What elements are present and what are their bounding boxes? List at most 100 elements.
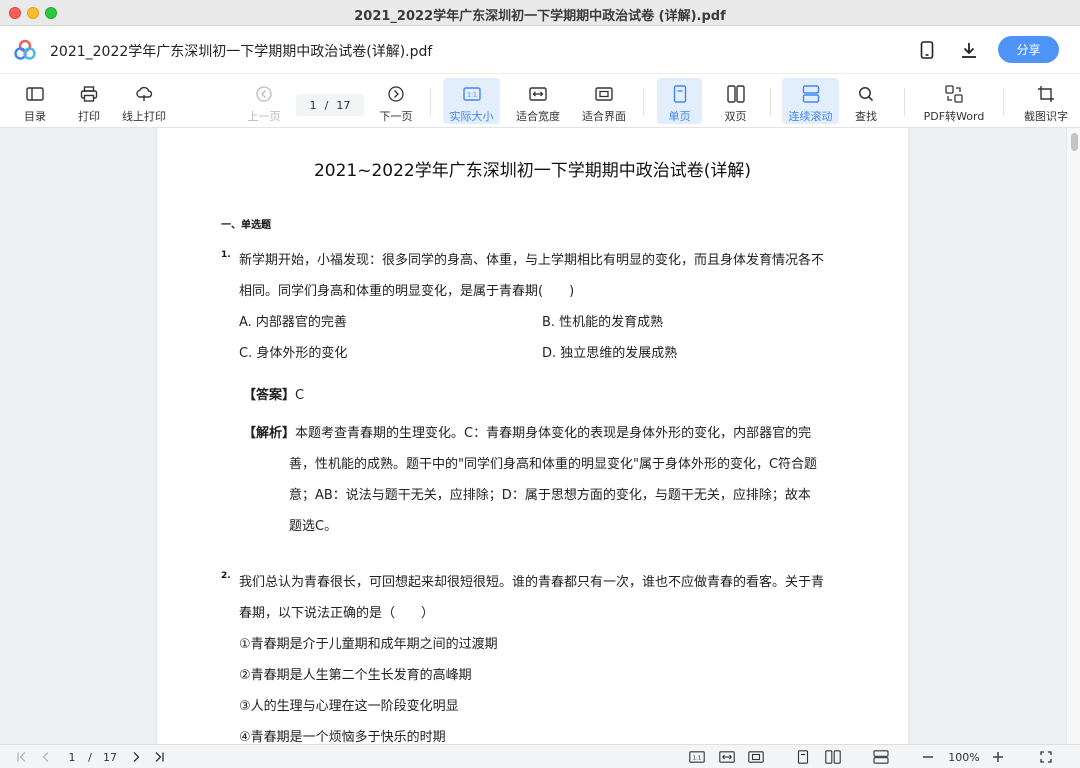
option-c: C. 身体外形的变化 [239, 346, 348, 361]
online-print-label: 线上打印 [122, 110, 166, 123]
toc-label: 目录 [24, 110, 46, 123]
status-bar: 1 / 17 1:1 100% [0, 744, 1080, 768]
chevron-right-icon[interactable] [128, 749, 144, 765]
actual-size-label: 实际大小 [449, 110, 494, 123]
toolbar-divider [770, 88, 771, 116]
option-a: A. 内部器官的完善 [239, 315, 347, 330]
question-number: 1. [221, 250, 231, 260]
online-print-button[interactable]: 线上打印 [118, 78, 170, 124]
fit-width-label: 适合宽度 [516, 110, 560, 123]
fullscreen-icon[interactable] [1038, 749, 1054, 765]
double-page-icon[interactable] [824, 749, 842, 765]
question-text: 春期，以下说法正确的是（ ） [239, 606, 435, 621]
prev-page-button[interactable]: 上一页 [244, 78, 284, 124]
title-bar: 2021_2022学年广东深圳初一下学期期中政治试卷 (详解).pdf [0, 0, 1080, 26]
pdf-to-word-button[interactable]: PDF转Word [918, 78, 990, 124]
chevron-left-icon[interactable] [38, 749, 54, 765]
sidebar-icon [25, 84, 45, 104]
status-total-pages: 17 [103, 750, 117, 764]
zoom-in-icon[interactable] [990, 749, 1006, 765]
find-label: 查找 [855, 110, 877, 123]
toc-button[interactable]: 目录 [16, 78, 54, 124]
option-d: D. 独立思维的发展成熟 [542, 346, 678, 361]
answer-line: 【答案】C [243, 384, 304, 403]
toolbar-divider [430, 88, 431, 116]
question-text: 我们总认为青春很长，可回想起来却很短很短。谁的青春都只有一次，谁也不应做青春的看… [239, 575, 825, 590]
ocr-label: 截图识字 [1024, 110, 1068, 123]
first-page-icon[interactable] [14, 749, 30, 765]
fit-width-button[interactable]: 适合宽度 [512, 78, 564, 124]
vertical-scrollbar[interactable] [1066, 128, 1080, 744]
continuous-scroll-button[interactable]: 连续滚动 [782, 78, 839, 124]
statement-1: ①青春期是介于儿童期和成年期之间的过渡期 [239, 637, 498, 652]
analysis-line: 【解析】本题考查青春期的生理变化。C：青春期身体变化的表现是身体外形的变化，内部… [243, 422, 811, 441]
statement-3: ③人的生理与心理在这一阶段变化明显 [239, 699, 459, 714]
double-page-button[interactable]: 双页 [713, 78, 758, 124]
current-page: 1 [309, 98, 317, 112]
app-header: 2021_2022学年广东深圳初一下学期期中政治试卷(详解).pdf 分享 [0, 26, 1080, 74]
print-button[interactable]: 打印 [70, 78, 108, 124]
svg-text:1:1: 1:1 [467, 92, 477, 99]
printer-icon [79, 84, 99, 104]
pdf-to-word-label: PDF转Word [923, 110, 985, 123]
total-pages: 17 [336, 98, 351, 112]
next-page-button[interactable]: 下一页 [376, 78, 416, 124]
document-viewport[interactable]: 2021~2022学年广东深圳初一下学期期中政治试卷(详解) 一、单选题 1. … [0, 128, 1080, 744]
last-page-icon[interactable] [151, 749, 167, 765]
pdf-page: 2021~2022学年广东深圳初一下学期期中政治试卷(详解) 一、单选题 1. … [157, 128, 908, 744]
fit-width-icon[interactable] [718, 749, 736, 765]
continuous-scroll-icon[interactable] [872, 749, 890, 765]
chevron-left-circle-icon [254, 84, 274, 104]
fit-width-icon [528, 84, 548, 104]
single-page-label: 单页 [668, 110, 691, 123]
fit-page-button[interactable]: 适合界面 [578, 78, 630, 124]
analysis-text: 意；AB：说法与题干无关，应排除；D：属于思想方面的变化，与题干无关，应排除；故… [289, 488, 811, 503]
convert-icon [944, 84, 964, 104]
question-text: 相同。同学们身高和体重的明显变化，是属于青春期( ) [239, 284, 575, 299]
continuous-scroll-icon [801, 84, 821, 104]
toolbar: 目录 打印 线上打印 上一页 1 / 17 下一页 1:1 实际大小 适合宽度 … [0, 74, 1080, 128]
analysis-label: 【解析】 [243, 426, 296, 441]
continuous-scroll-label: 连续滚动 [788, 110, 833, 123]
single-page-button[interactable]: 单页 [657, 78, 702, 124]
fit-page-icon[interactable] [747, 749, 765, 765]
app-logo-icon [14, 39, 36, 60]
analysis-text: 善，性机能的成熟。题干中的"同学们身高和体重的明显变化"属于身体外形的变化，C符… [289, 457, 818, 472]
find-button[interactable]: 查找 [847, 78, 885, 124]
crop-icon [1036, 84, 1056, 104]
window-title: 2021_2022学年广东深圳初一下学期期中政治试卷 (详解).pdf [354, 9, 726, 24]
status-page-separator: / [88, 750, 92, 764]
single-page-icon [670, 84, 690, 104]
answer-label: 【答案】 [243, 388, 296, 403]
app-window: 2021_2022学年广东深圳初一下学期期中政治试卷 (详解).pdf 2021… [0, 0, 1080, 768]
mobile-view-icon[interactable] [915, 38, 939, 62]
page-number-input[interactable]: 1 / 17 [296, 94, 364, 116]
zoom-out-icon[interactable] [920, 749, 936, 765]
print-label: 打印 [78, 110, 100, 123]
toolbar-divider [904, 88, 905, 116]
page-separator: / [324, 98, 329, 112]
toolbar-divider [643, 88, 644, 116]
cloud-print-icon [134, 84, 154, 104]
actual-size-icon: 1:1 [462, 84, 482, 104]
answer-value: C [295, 388, 305, 403]
statement-2: ②青春期是人生第二个生长发育的高峰期 [239, 668, 472, 683]
option-b: B. 性机能的发育成熟 [542, 315, 664, 330]
chevron-right-circle-icon [386, 84, 406, 104]
fit-page-label: 适合界面 [582, 110, 626, 123]
actual-size-button[interactable]: 1:1 实际大小 [443, 78, 500, 124]
analysis-text: 题选C。 [289, 519, 338, 534]
scrollbar-thumb[interactable] [1071, 133, 1078, 151]
section-heading: 一、单选题 [221, 220, 271, 231]
double-page-label: 双页 [724, 110, 747, 123]
ocr-button[interactable]: 截图识字 [1018, 78, 1074, 124]
page-heading: 2021~2022学年广东深圳初一下学期期中政治试卷(详解) [313, 161, 752, 181]
share-button[interactable]: 分享 [998, 36, 1059, 63]
actual-size-icon[interactable]: 1:1 [688, 749, 706, 765]
fit-page-icon [594, 84, 614, 104]
single-page-icon[interactable] [795, 749, 811, 765]
zoom-level[interactable]: 100% [944, 749, 984, 765]
double-page-icon [726, 84, 746, 104]
status-current-page[interactable]: 1 [64, 749, 80, 765]
download-icon[interactable] [957, 38, 981, 62]
